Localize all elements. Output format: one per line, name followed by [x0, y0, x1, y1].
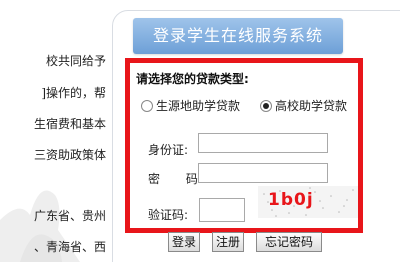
captcha-image[interactable]: 1b0j: [258, 186, 358, 218]
panel-title: 登录学生在线服务系统: [152, 26, 323, 45]
article-line: 校共同给予: [45, 54, 106, 68]
page: 校共同给予 ]操作的，帮 生宿费和基本 三资助政策体 广东省、贵州 、青海省、西…: [0, 0, 400, 262]
register-button[interactable]: 注册: [212, 232, 244, 252]
article-line: 广东省、贵州: [33, 209, 106, 223]
radio-button-selected[interactable]: [260, 100, 272, 112]
article-line: 、青海省、西: [33, 240, 106, 254]
radio-button[interactable]: [141, 100, 153, 112]
password-input[interactable]: [198, 163, 328, 183]
radio-label: 高校助学贷款: [275, 99, 348, 113]
article-line: ]操作的，帮: [41, 86, 106, 100]
article-line: 生宿费和基本: [33, 117, 106, 131]
loan-type-prompt: 请选择您的贷款类型:: [136, 72, 249, 86]
captcha-text: 1b0j: [268, 190, 314, 210]
captcha-label: 验证码:: [148, 208, 189, 222]
id-number-input[interactable]: [198, 133, 328, 153]
forgot-password-button[interactable]: 忘记密码: [256, 232, 322, 252]
captcha-input[interactable]: [199, 198, 245, 222]
background-article: 校共同给予 ]操作的，帮 生宿费和基本 三资助政策体 广东省、贵州 、青海省、西: [0, 0, 112, 262]
panel-title-bar: 登录学生在线服务系统: [133, 18, 343, 54]
login-button[interactable]: 登录: [168, 232, 200, 252]
id-number-label: 身份证:: [148, 143, 189, 157]
radio-label: 生源地助学贷款: [156, 99, 241, 113]
